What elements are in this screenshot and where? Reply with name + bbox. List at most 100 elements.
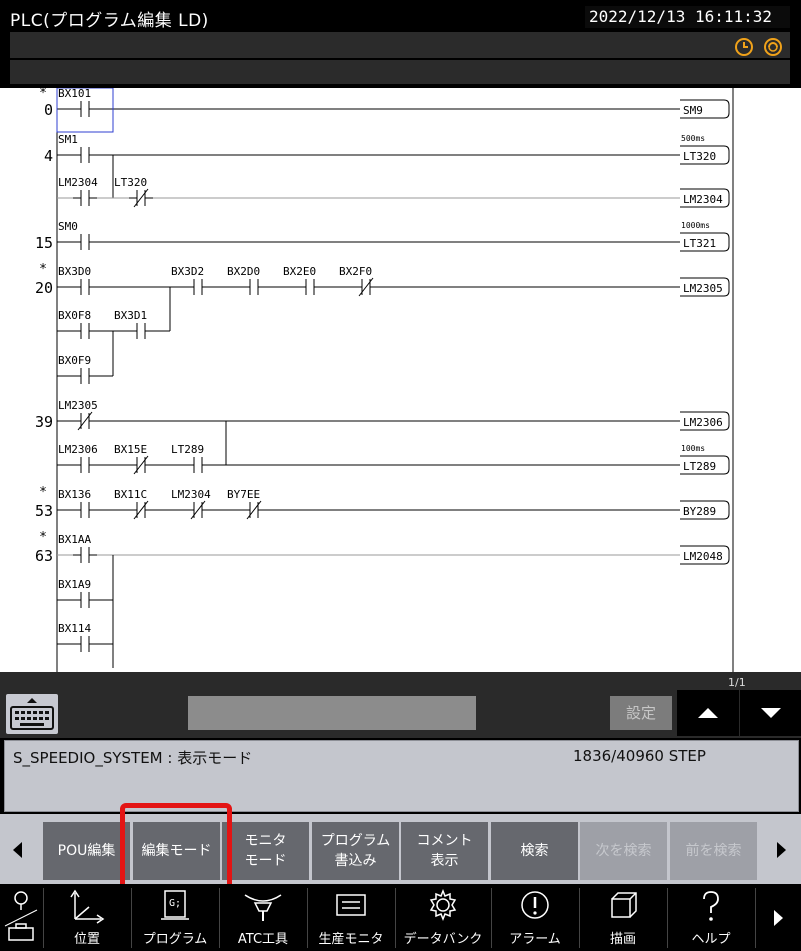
cube-icon [611, 892, 637, 918]
contact-nc[interactable]: LT320 [114, 176, 153, 208]
contact-no[interactable]: BX114 [58, 622, 97, 653]
fkey-monitor-mode[interactable]: モニタ モード [222, 822, 309, 880]
coil[interactable]: LM2304 [680, 188, 730, 208]
fkey-next-arrow-icon[interactable] [769, 836, 793, 864]
step-number: 15 [35, 234, 53, 252]
status-bar-lower [10, 60, 790, 84]
coil[interactable]: LT321 [680, 232, 730, 252]
contact-no[interactable]: LT289 [171, 443, 210, 474]
bottom-nav-bar: 位置 G; プログラム ATC工具 生産モニタ データバンク アラーム 描画 ヘ… [0, 884, 801, 951]
fkey-prev-arrow-icon[interactable] [6, 836, 30, 864]
contact-nc[interactable]: BX11C [114, 488, 153, 520]
step-number: 39 [35, 413, 53, 431]
fkey-search-prev[interactable]: 前を検索 [670, 822, 757, 880]
step-count-text: 1836/40960 STEP [573, 747, 706, 765]
fkey-edit-mode[interactable]: 編集モード [133, 822, 220, 880]
contact-no[interactable]: BX101 [58, 88, 97, 118]
clock-icon[interactable] [733, 37, 755, 57]
command-input-field[interactable] [188, 696, 476, 730]
nav-item-data-bank[interactable]: データバンク [395, 884, 491, 951]
nav-item-program[interactable]: G; プログラム [131, 884, 219, 951]
fkey-pou-edit[interactable]: POU編集 [43, 822, 130, 880]
contact-label: BX114 [58, 622, 91, 635]
step-number: 20 [35, 279, 53, 297]
contact-label: BX2F0 [339, 265, 372, 278]
contact-no[interactable]: SM1 [58, 133, 97, 164]
coil[interactable]: LM2305 [680, 277, 730, 297]
page-down-button[interactable] [740, 690, 801, 736]
triangle-down-icon [761, 708, 781, 718]
coil[interactable]: LT320 [680, 145, 730, 165]
step-number: 63 [35, 547, 53, 565]
contact-label: LT320 [114, 176, 147, 189]
message-area: S_SPEEDIO_SYSTEM : 表示モード 1836/40960 STEP [4, 740, 799, 812]
contact-nc[interactable]: LM2305 [58, 399, 98, 431]
step-mark: * [39, 262, 47, 277]
coil[interactable]: BY289 [680, 500, 730, 520]
coil-label: LM2048 [683, 550, 723, 563]
system-mode-text: S_SPEEDIO_SYSTEM : 表示モード [13, 749, 253, 767]
fkey-program-write[interactable]: プログラム 書込み [312, 822, 399, 880]
fkey-search[interactable]: 検索 [491, 822, 578, 880]
coil[interactable]: LM2048 [680, 545, 730, 565]
contact-label: BX0F9 [58, 354, 91, 367]
contact-no[interactable]: BX2D0 [227, 265, 266, 296]
keyboard-button[interactable] [6, 694, 58, 734]
window-title: PLC(プログラム編集 LD) [10, 11, 209, 31]
function-key-bar: POU編集 編集モード モニタ モード プログラム 書込み コメント 表示 検索… [0, 814, 801, 884]
nav-item-position[interactable]: 位置 [43, 884, 131, 951]
contact-nc[interactable]: LM2304 [171, 488, 211, 520]
step-mark: * [39, 485, 47, 500]
coil[interactable]: SM9 [680, 99, 730, 119]
contact-no[interactable]: BX1AA [58, 533, 97, 564]
nav-next-arrow-icon[interactable] [766, 904, 790, 932]
contact-nc[interactable]: BX15E [114, 443, 153, 475]
lamp-toolbox-icon [4, 891, 38, 941]
contact-no[interactable]: LM2304 [58, 176, 98, 207]
contact-label: BX3D0 [58, 265, 91, 278]
axes-icon [70, 889, 105, 924]
cycle-icon[interactable] [762, 37, 784, 57]
ladder-diagram[interactable]: 0 4 15 20 39 53 63 * * * * BX101 SM1 LM2304 LT320 SM0 B… [0, 88, 801, 672]
contact-label: BX1AA [58, 533, 91, 546]
coil-label: BY289 [683, 505, 716, 518]
contact-label: BX101 [58, 88, 91, 100]
coil[interactable]: LT289 [680, 455, 730, 475]
coil-label: LT321 [683, 237, 716, 250]
contact-no[interactable]: BX3D0 [58, 265, 97, 296]
contact-no[interactable]: SM0 [58, 220, 97, 251]
contact-no[interactable]: BX136 [58, 488, 97, 519]
contact-no[interactable]: BX0F8 [58, 309, 97, 340]
contact-label: LT289 [171, 443, 204, 456]
step-mark: * [39, 530, 47, 545]
contact-no[interactable]: BX0F9 [58, 354, 97, 385]
nav-item-alarm[interactable]: アラーム [491, 884, 579, 951]
contact-nc[interactable]: BX2F0 [339, 265, 378, 297]
nav-item-help[interactable]: ヘルプ [667, 884, 755, 951]
contact-no[interactable]: LM2306 [58, 443, 98, 474]
timer-setting-label: 500ms [681, 134, 705, 143]
step-number: 53 [35, 502, 53, 520]
contact-label: BY7EE [227, 488, 260, 501]
monitor-icon [336, 894, 366, 916]
contact-no[interactable]: BX1A9 [58, 578, 97, 609]
nav-item-tools[interactable] [0, 884, 42, 951]
page-up-button[interactable] [677, 690, 739, 736]
question-icon [703, 891, 719, 921]
coil[interactable]: LM2306 [680, 411, 730, 431]
fkey-comment-display[interactable]: コメント 表示 [401, 822, 488, 880]
coil-label: LM2305 [683, 282, 723, 295]
contact-nc[interactable]: BY7EE [227, 488, 266, 520]
nav-item-draw[interactable]: 描画 [579, 884, 667, 951]
fkey-search-next[interactable]: 次を検索 [580, 822, 667, 880]
set-button[interactable]: 設定 [610, 696, 672, 730]
contact-label: BX15E [114, 443, 147, 456]
nav-item-atc-tool[interactable]: ATC工具 [219, 884, 307, 951]
contact-no[interactable]: BX3D1 [114, 309, 153, 340]
contact-label: BX1A9 [58, 578, 91, 591]
contact-label: BX3D2 [171, 265, 204, 278]
ladder-canvas[interactable]: 0 4 15 20 39 53 63 * * * * BX101 SM1 LM2304 LT320 SM0 B… [0, 88, 801, 672]
contact-no[interactable]: BX3D2 [171, 265, 210, 296]
nav-item-production-monitor[interactable]: 生産モニタ [307, 884, 395, 951]
contact-no[interactable]: BX2E0 [283, 265, 322, 296]
